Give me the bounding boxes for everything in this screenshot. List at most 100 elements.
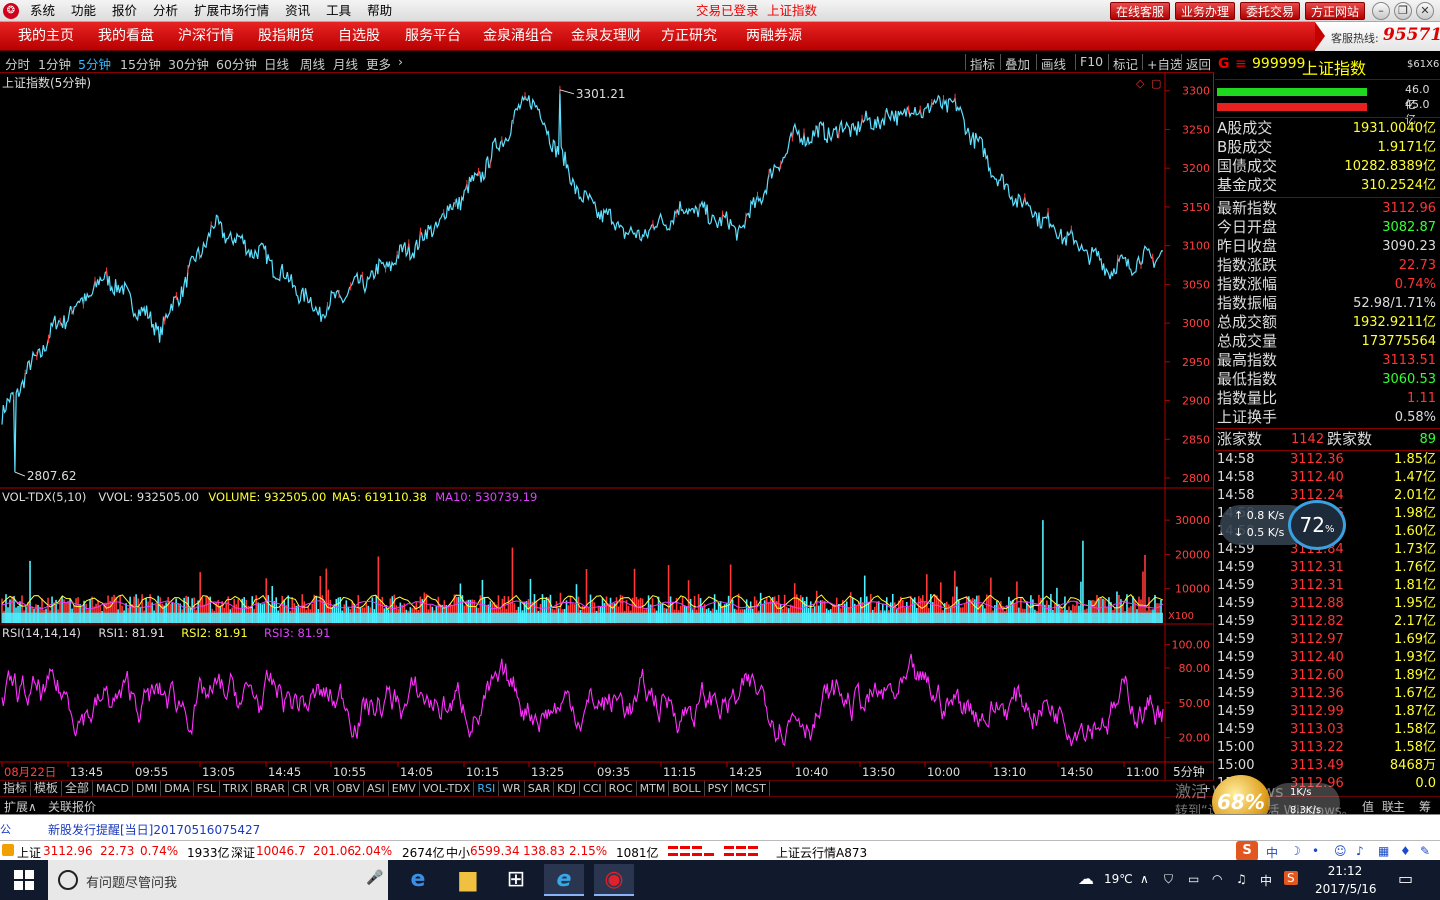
indicator-tab[interactable]: 全部 <box>62 781 94 796</box>
rsi-line[interactable] <box>1 653 1164 747</box>
period-2[interactable]: 5分钟 <box>78 54 111 73</box>
indicator-tab[interactable]: RSI <box>474 781 500 796</box>
taskbar-search[interactable]: 有问题尽管问我 🎤 <box>48 860 388 900</box>
tool-0[interactable]: 指标 <box>970 54 995 73</box>
indicator-tab[interactable]: MACD <box>93 781 134 796</box>
zx-label[interactable]: 中小 <box>446 844 470 861</box>
panel-tab-zhi[interactable]: 值 <box>1362 798 1374 815</box>
sh-label[interactable]: 上证 <box>17 844 41 861</box>
cloud-quote-label[interactable]: 上证云行情A873 <box>776 844 867 861</box>
ime-moon-icon[interactable]: ☽ <box>1290 844 1301 858</box>
ime-lang[interactable]: 中 <box>1266 844 1278 861</box>
indicator-tab[interactable]: WR <box>499 781 525 796</box>
windows-start-icon[interactable] <box>14 870 34 890</box>
tray-lang[interactable]: 中 <box>1260 872 1272 889</box>
price-chart-svg[interactable]: 上证指数(5分钟) ◇ ▢ 3300 3250 3200 3150 3100 3050 3000 2… <box>0 73 1214 780</box>
period-5[interactable]: 60分钟 <box>216 54 257 73</box>
ie-browser-icon[interactable]: e <box>544 864 584 896</box>
trade-button[interactable]: 委托交易 <box>1240 2 1300 20</box>
period-4[interactable]: 30分钟 <box>168 54 209 73</box>
indicator-tab[interactable]: KDJ <box>554 781 581 796</box>
nav-item[interactable]: 方正研究 <box>661 22 717 51</box>
panel-tab-zhu[interactable]: 主 <box>1393 798 1405 815</box>
tool-2[interactable]: 画线 <box>1041 54 1066 73</box>
ime-dot-icon[interactable]: • <box>1312 844 1319 858</box>
nav-item[interactable]: 沪深行情 <box>178 22 234 51</box>
net-speed-widget[interactable]: ↑ 0.8 K/s ↓ 0.5 K/s 72% <box>1220 500 1348 550</box>
indicator-tab[interactable]: TRIX <box>220 781 253 796</box>
restore-icon[interactable]: ❐ <box>1394 2 1412 20</box>
ime-logo-icon[interactable]: S <box>1236 841 1258 861</box>
period-6[interactable]: 日线 <box>264 54 289 73</box>
trading-app-icon[interactable]: ◉ <box>594 864 634 896</box>
store-icon[interactable]: ⊞ <box>496 864 536 896</box>
business-button[interactable]: 业务办理 <box>1175 2 1235 20</box>
period-1[interactable]: 1分钟 <box>38 54 71 73</box>
nav-item[interactable]: 我的看盘 <box>98 22 154 51</box>
indicator-tab[interactable]: EMV <box>389 781 420 796</box>
indicator-tab[interactable]: FSL <box>194 781 220 796</box>
period-3[interactable]: 15分钟 <box>120 54 161 73</box>
ime-tray-icon[interactable]: S <box>1284 871 1298 885</box>
tool-4[interactable]: 标记 <box>1113 54 1138 73</box>
minimize-icon[interactable]: – <box>1372 2 1390 20</box>
tray-expand-icon[interactable]: ∧ <box>1140 872 1149 886</box>
period-8[interactable]: 月线 <box>333 54 358 73</box>
ime-mic-icon[interactable]: ♪ <box>1356 844 1364 858</box>
sz-label[interactable]: 深证 <box>231 844 255 861</box>
website-button[interactable]: 方正网站 <box>1305 2 1365 20</box>
news-headline[interactable]: 新股发行提醒[当日]20170516075427 <box>48 821 260 838</box>
nav-item[interactable]: 我的主页 <box>18 22 74 51</box>
menu-item[interactable]: 系统 <box>22 0 63 22</box>
volume-icon[interactable]: ♫ <box>1236 872 1247 886</box>
edge-browser-icon[interactable]: e <box>398 864 438 896</box>
indicator-tab[interactable]: 模板 <box>31 781 63 796</box>
indicator-tab[interactable]: DMA <box>161 781 194 796</box>
more-arrow-icon[interactable]: › <box>398 54 403 69</box>
panel-tab-chou[interactable]: 筹 <box>1419 798 1431 815</box>
indicator-tab[interactable]: CR <box>289 781 312 796</box>
indicator-tab[interactable]: VOL-TDX <box>420 781 475 796</box>
nav-item[interactable]: 金泉友理财 <box>571 22 641 51</box>
file-explorer-icon[interactable]: ▆ <box>448 864 488 896</box>
weather-temp[interactable]: 19℃ <box>1104 872 1133 886</box>
indicator-tab[interactable]: BRAR <box>252 781 290 796</box>
ime-tools-icon[interactable]: ✎ <box>1420 844 1430 858</box>
menu-item[interactable]: 帮助 <box>359 0 400 22</box>
indicator-tab[interactable]: MTM <box>637 781 670 796</box>
indicator-tab[interactable]: ROC <box>606 781 637 796</box>
wifi-icon[interactable]: ◠ <box>1212 872 1222 886</box>
indicator-tab[interactable]: BOLL <box>669 781 705 796</box>
ime-smile-icon[interactable]: ☺ <box>1334 844 1347 858</box>
price-series-line[interactable] <box>1 89 1164 473</box>
menu-item[interactable]: 功能 <box>63 0 104 22</box>
weather-cloud-icon[interactable]: ☁ <box>1078 869 1094 888</box>
close-icon[interactable]: ✕ <box>1416 2 1434 20</box>
menu-item[interactable]: 分析 <box>145 0 186 22</box>
clock[interactable]: 21:12 2017/5/16 <box>1315 862 1377 898</box>
indicator-tab[interactable]: MCST <box>732 781 770 796</box>
chart-area[interactable]: 上证指数(5分钟) ◇ ▢ 3300 3250 3200 3150 3100 3050 3000 2… <box>0 73 1214 796</box>
microphone-icon[interactable]: 🎤 <box>366 870 383 886</box>
battery-icon[interactable]: ▭ <box>1188 872 1199 886</box>
ime-shirt-icon[interactable]: ♦ <box>1400 844 1411 858</box>
tool-1[interactable]: 叠加 <box>1005 54 1030 73</box>
nav-item[interactable]: 自选股 <box>338 22 380 51</box>
online-service-button[interactable]: 在线客服 <box>1110 2 1170 20</box>
indicator-tab[interactable]: PSY <box>705 781 732 796</box>
nav-item[interactable]: 服务平台 <box>405 22 461 51</box>
indicator-tab[interactable]: OBV <box>334 781 364 796</box>
expand-tab[interactable]: 扩展∧ <box>4 798 37 815</box>
related-quote-tab[interactable]: 关联报价 <box>48 798 96 815</box>
nav-item[interactable]: 金泉涌组合 <box>483 22 553 51</box>
ime-grid-icon[interactable]: ▦ <box>1378 844 1389 858</box>
indicator-tab[interactable]: VR <box>311 781 334 796</box>
menu-item[interactable]: 工具 <box>318 0 359 22</box>
indicator-tab[interactable]: DMI <box>133 781 162 796</box>
indicator-tab[interactable]: 指标 <box>0 781 32 796</box>
indicator-tab[interactable]: CCI <box>580 781 606 796</box>
nav-item[interactable]: 股指期货 <box>258 22 314 51</box>
menu-item[interactable]: 资讯 <box>277 0 318 22</box>
tool-5[interactable]: +自选 <box>1147 54 1182 73</box>
menu-icon[interactable]: ≡ <box>1235 56 1247 72</box>
